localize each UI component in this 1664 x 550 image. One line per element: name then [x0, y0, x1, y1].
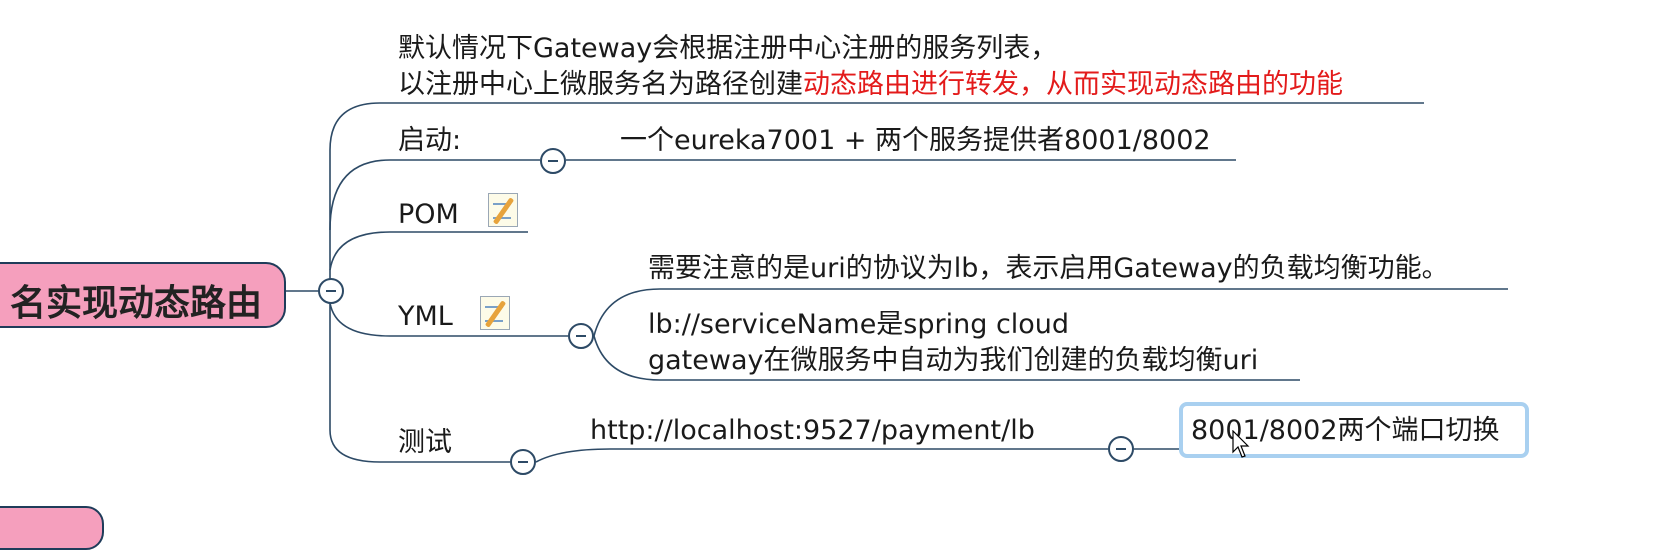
test-url: http://localhost:9527/payment/lb	[590, 415, 1035, 446]
startup-detail: 一个eureka7001 + 两个服务提供者8001/8002	[620, 125, 1211, 156]
branch-pom	[329, 231, 528, 271]
pom-label: POM	[398, 199, 459, 230]
yml-note-2-line-2: gateway在微服务中自动为我们创建的负载均衡uri	[648, 345, 1259, 376]
yml-note-1: 需要注意的是uri的协议为lb，表示启用Gateway的负载均衡功能。	[648, 253, 1449, 284]
root-node[interactable]: 名实现动态路由	[0, 262, 286, 328]
mouse-cursor-icon	[1232, 430, 1250, 458]
intro-line-1: 默认情况下Gateway会根据注册中心注册的服务列表，	[398, 33, 1058, 64]
yml-note-2-line-1: lb://serviceName是spring cloud	[648, 309, 1070, 340]
root-collapse-icon[interactable]	[318, 278, 344, 304]
root-node-label: 名实现动态路由	[9, 283, 262, 324]
test-label: 测试	[398, 427, 452, 458]
pom-note-icon[interactable]	[488, 193, 518, 227]
root-node-partial[interactable]	[0, 506, 104, 550]
startup-collapse-icon[interactable]	[540, 148, 566, 174]
test-child-url	[535, 448, 1108, 463]
test-collapse-icon[interactable]	[510, 449, 536, 475]
intro-line-2-black: 以注册中心上微服务名为路径创建	[398, 69, 803, 100]
intro-line-2-highlight: 动态路由进行转发，从而实现动态路由的功能	[803, 69, 1343, 100]
yml-note-icon[interactable]	[480, 296, 510, 330]
yml-collapse-icon[interactable]	[568, 323, 594, 349]
startup-label: 启动:	[398, 125, 462, 156]
yml-label: YML	[398, 301, 453, 332]
intro-line-2: 以注册中心上微服务名为路径创建动态路由进行转发，从而实现动态路由的功能	[398, 68, 1343, 102]
url-collapse-icon[interactable]	[1108, 436, 1134, 462]
